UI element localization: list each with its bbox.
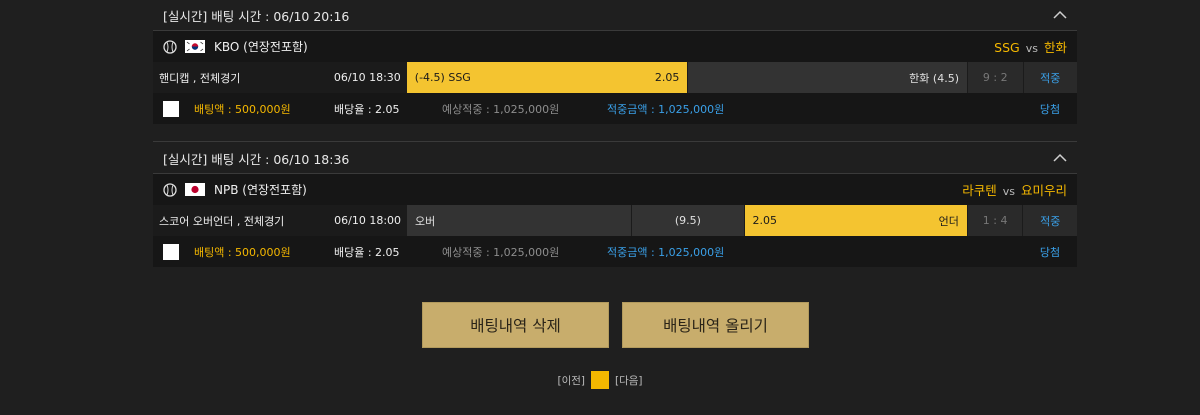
expected-win: 예상적중 : 1,025,000원 — [442, 102, 560, 116]
odds-cell-under[interactable]: 2.05 언더 — [744, 205, 967, 236]
bet-header: [실시간] 배팅 시간 : 06/10 18:36 — [153, 143, 1077, 174]
odds-cell-right: 언더 — [938, 214, 959, 228]
market-type: 핸디캡 , 전체경기 — [159, 71, 241, 85]
odds-cell-home[interactable]: (-4.5) SSG 2.05 — [406, 62, 688, 93]
odds-cell-line: (9.5) — [632, 205, 744, 236]
odds-cell-left: 2.05 — [752, 214, 778, 227]
odds-cell-right: 한화 (4.5) — [909, 71, 959, 85]
team-names: 라쿠텐 vs 요미우리 — [962, 180, 1067, 199]
league-row: KBO (연장전포함) SSG vs 한화 — [153, 31, 1077, 62]
odds-cell-away[interactable]: 한화 (4.5) — [688, 62, 967, 93]
upload-history-button[interactable]: 배팅내역 올리기 — [622, 302, 809, 348]
vs-label: vs — [1025, 42, 1038, 55]
odds-row: 핸디캡 , 전체경기 06/10 18:30 (-4.5) SSG 2.05 한… — [153, 62, 1078, 93]
match-time: 06/10 18:30 — [333, 71, 401, 84]
baseball-icon — [163, 182, 177, 197]
odds-row: 스코어 오버언더 , 전체경기 06/10 18:00 오버 (9.5) 2.0… — [153, 205, 1077, 236]
away-team: 한화 — [1043, 40, 1067, 55]
next-page-link[interactable]: [다음] — [615, 373, 643, 388]
select-checkbox[interactable] — [163, 100, 179, 117]
pagination: [이전] [다음] — [0, 371, 1200, 389]
bet-amount: 배팅액 : 500,000원 — [194, 102, 291, 116]
bet-time: [실시간] 배팅 시간 : 06/10 20:16 — [163, 8, 350, 24]
odds-cell-right: 2.05 — [654, 71, 680, 84]
result-status: 당첨 — [1039, 102, 1061, 116]
divider — [153, 141, 1077, 142]
result-status: 당첨 — [1039, 245, 1061, 259]
bet-info-row: 배팅액 : 500,000원 배당율 : 2.05 예상적중 : 1,025,0… — [153, 93, 1077, 124]
score: 1 : 4 — [967, 205, 1023, 236]
delete-history-button[interactable]: 배팅내역 삭제 — [422, 302, 609, 348]
odds-cell-center: (9.5) — [674, 214, 701, 227]
current-page[interactable] — [591, 371, 609, 389]
bet-time: [실시간] 배팅 시간 : 06/10 18:36 — [163, 151, 350, 167]
bet-card-1: [실시간] 배팅 시간 : 06/10 20:16 KBO (연장전포함) SS… — [153, 0, 1078, 124]
team-names: SSG vs 한화 — [994, 37, 1067, 56]
hit-status: 적중 — [1023, 62, 1078, 93]
score: 9 : 2 — [968, 62, 1023, 93]
prev-page-link[interactable]: [이전] — [557, 373, 585, 388]
bet-card-2: [실시간] 배팅 시간 : 06/10 18:36 NPB (연장전포함) 라쿠… — [153, 143, 1077, 267]
korea-flag-icon — [185, 40, 205, 53]
select-checkbox[interactable] — [163, 243, 179, 260]
away-team: 요미우리 — [1020, 183, 1067, 198]
win-amount: 적중금액 : 1,025,000원 — [607, 102, 725, 116]
odds-cell-left: (-4.5) SSG — [414, 71, 471, 84]
bet-odds: 배당율 : 2.05 — [334, 102, 400, 116]
home-team: SSG — [994, 40, 1020, 55]
bet-amount: 배팅액 : 500,000원 — [194, 245, 291, 259]
baseball-icon — [163, 39, 177, 54]
league-name: NPB (연장전포함) — [214, 183, 307, 197]
expected-win: 예상적중 : 1,025,000원 — [442, 245, 560, 259]
chevron-up-icon[interactable] — [1053, 8, 1067, 22]
odds-cell-over[interactable]: 오버 — [407, 205, 632, 236]
bet-header: [실시간] 배팅 시간 : 06/10 20:16 — [153, 0, 1077, 31]
vs-label: vs — [1002, 185, 1015, 198]
match-time: 06/10 18:00 — [334, 214, 402, 227]
bet-info-row: 배팅액 : 500,000원 배당율 : 2.05 예상적중 : 1,025,0… — [153, 236, 1077, 267]
bet-odds: 배당율 : 2.05 — [334, 245, 400, 259]
home-team: 라쿠텐 — [962, 183, 997, 198]
win-amount: 적중금액 : 1,025,000원 — [607, 245, 725, 259]
odds-cell-left: 오버 — [415, 214, 436, 228]
chevron-up-icon[interactable] — [1053, 151, 1067, 165]
market-type: 스코어 오버언더 , 전체경기 — [159, 214, 285, 228]
hit-status: 적중 — [1023, 205, 1077, 236]
league-name: KBO (연장전포함) — [214, 40, 308, 54]
japan-flag-icon — [185, 183, 205, 196]
league-row: NPB (연장전포함) 라쿠텐 vs 요미우리 — [153, 174, 1077, 205]
